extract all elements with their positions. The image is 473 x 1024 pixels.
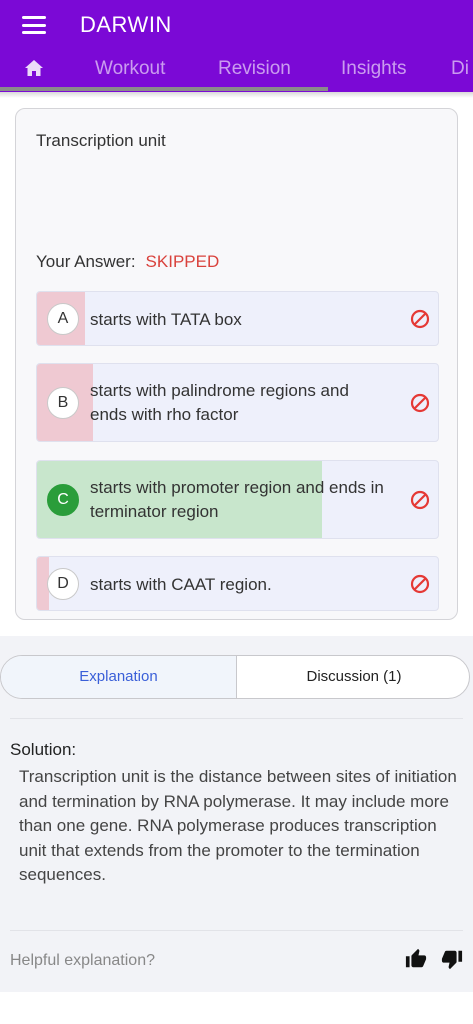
option-b-text: starts with palindrome regions and ends … bbox=[90, 381, 349, 424]
tab-bar: Workout Revision Insights Di bbox=[0, 52, 473, 88]
tab-insights[interactable]: Insights bbox=[341, 58, 406, 80]
option-c-text: starts with promoter region and ends in … bbox=[90, 478, 384, 521]
home-icon bbox=[25, 60, 43, 76]
your-answer-row: Your Answer: SKIPPED bbox=[36, 252, 219, 272]
option-c[interactable]: C starts with promoter region and ends i… bbox=[36, 460, 439, 539]
answer-status: SKIPPED bbox=[145, 252, 220, 271]
question-card: Transcription unit Your Answer: SKIPPED A… bbox=[15, 108, 458, 620]
option-d-text: starts with CAAT region. bbox=[90, 575, 272, 594]
tab-discussion[interactable]: Discussion (1) bbox=[237, 656, 469, 698]
app-bar-shadow bbox=[0, 92, 473, 98]
your-answer-label: Your Answer: bbox=[36, 252, 136, 271]
tab-workout[interactable]: Workout bbox=[95, 58, 165, 80]
ban-icon bbox=[410, 309, 430, 329]
option-b-letter: B bbox=[47, 387, 79, 419]
ban-icon bbox=[410, 574, 430, 594]
tab-explanation[interactable]: Explanation bbox=[1, 656, 237, 698]
option-b[interactable]: B starts with palindrome regions and end… bbox=[36, 363, 439, 442]
option-c-letter: C bbox=[47, 484, 79, 516]
thumbs-down-icon[interactable] bbox=[441, 948, 463, 970]
option-d-letter: D bbox=[47, 568, 79, 600]
divider bbox=[10, 930, 463, 931]
option-d[interactable]: D starts with CAAT region. bbox=[36, 556, 439, 611]
app-title: DARWIN bbox=[80, 12, 172, 37]
tab-home[interactable] bbox=[24, 59, 44, 77]
tab-indicator bbox=[0, 87, 328, 91]
hamburger-menu-icon[interactable] bbox=[22, 16, 46, 36]
divider bbox=[10, 718, 463, 719]
thumbs-up-icon[interactable] bbox=[405, 948, 427, 970]
app-bar: DARWIN Workout Revision Insights Di bbox=[0, 0, 473, 92]
ban-icon bbox=[410, 393, 430, 413]
ban-icon bbox=[410, 490, 430, 510]
question-text: Transcription unit bbox=[36, 131, 166, 150]
solution-text: Transcription unit is the distance betwe… bbox=[19, 767, 457, 884]
option-a-letter: A bbox=[47, 303, 79, 335]
segment-control: Explanation Discussion (1) bbox=[0, 655, 470, 699]
tab-partial[interactable]: Di bbox=[451, 58, 469, 80]
solution-label: Solution: bbox=[10, 740, 77, 759]
option-a[interactable]: A starts with TATA box bbox=[36, 291, 439, 346]
option-a-text: starts with TATA box bbox=[90, 310, 242, 329]
helpful-prompt: Helpful explanation? bbox=[10, 952, 155, 969]
tab-revision[interactable]: Revision bbox=[218, 58, 291, 80]
